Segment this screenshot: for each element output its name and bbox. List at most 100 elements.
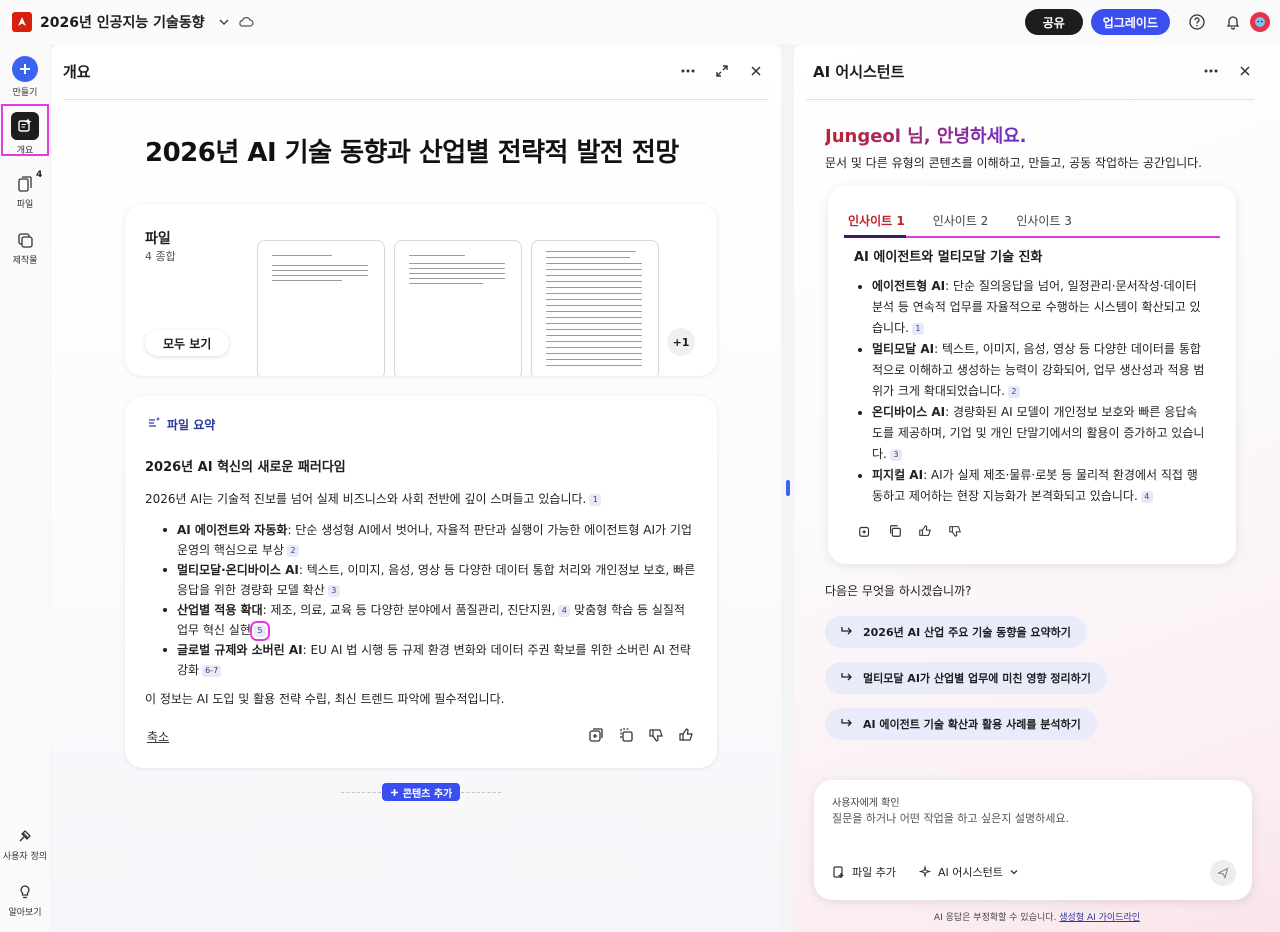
bell-icon[interactable] [1224,13,1242,31]
rail-overview[interactable]: 개요 [0,112,50,156]
list-item: 온디바이스 AI: 경량화된 AI 모델이 개인정보 보호와 빠른 응답속도를 … [858,402,1208,465]
summary-icon [147,416,161,433]
lightbulb-icon [15,882,35,902]
panel-resize-handle[interactable] [786,480,790,496]
chevron-down-icon[interactable] [215,13,233,31]
suggestion-button[interactable]: 2026년 AI 산업 주요 기술 동향을 요약하기 [825,616,1087,648]
insight-card: 인사이트 1 인사이트 2 인사이트 3 AI 에이전트와 멀티모달 기술 진화… [828,186,1236,564]
rail-creations-label: 제작물 [12,256,38,266]
list-item: 피지컬 AI: AI가 실제 제조·물류·로봇 등 물리적 환경에서 직접 행동… [858,465,1208,507]
acrobat-logo-icon[interactable] [12,12,32,32]
active-tab-indicator [844,235,906,238]
more-files-button[interactable]: +1 [667,328,695,356]
avatar[interactable] [1250,12,1270,32]
file-thumbnail[interactable] [531,240,659,376]
files-card: 파일 4 종합 모두 보기 +1 [125,204,717,376]
left-rail: 만들기 개요 4 파일 제작물 사용자 정의 알아보기 [0,44,50,932]
citation-badge[interactable]: 1 [589,493,602,506]
file-thumbnail[interactable] [394,240,522,376]
help-icon[interactable] [1188,13,1206,31]
list-item: 멀티모달 AI: 텍스트, 이미지, 음성, 영상 등 다양한 데이터를 통합적… [858,339,1208,402]
add-to-notes-icon[interactable] [587,726,605,744]
file-summary-label: 파일 요약 [147,416,215,433]
creations-icon [15,230,35,250]
plus-icon [390,788,398,796]
rail-create[interactable]: 만들기 [0,56,50,98]
expand-icon[interactable] [713,62,731,80]
citation-badge[interactable]: 3 [889,448,902,461]
file-thumbnail[interactable] [257,240,385,376]
list-item: 산업별 적용 확대: 제조, 의료, 교육 등 다양한 분야에서 품질관리, 진… [163,600,699,641]
share-button[interactable]: 공유 [1024,9,1083,35]
brush-icon [15,826,35,846]
files-card-title: 파일 [145,231,171,247]
greeting: Jungeol 님, 안녕하세요. [825,122,1027,148]
assistant-mode-dropdown[interactable]: AI 어시스턴트 [918,864,1019,880]
assistant-panel: AI 어시스턴트 Jungeol 님, 안녕하세요. 문서 및 다른 유형의 콘… [794,44,1280,932]
arrow-return-icon [841,626,853,639]
citation-badge[interactable]: 6-7 [202,664,222,677]
composer-label: 사용자에게 확인 [832,798,900,809]
citation-badge[interactable]: 1 [911,322,924,335]
chat-input[interactable]: 질문을 하거나 어떤 작업을 하고 싶은지 설명하세요. [832,810,1069,826]
thumbs-up-icon[interactable] [916,522,934,540]
chat-composer: 사용자에게 확인 질문을 하거나 어떤 작업을 하고 싶은지 설명하세요. 파일… [814,780,1252,900]
rail-learn-label: 알아보기 [8,908,42,918]
suggestion-button[interactable]: 멀티모달 AI가 산업별 업무에 미친 영향 정리하기 [825,662,1107,694]
list-item: 에이전트형 AI: 단순 질의응답을 넘어, 일정관리·문서작성·데이터 분석 … [858,276,1208,339]
cloud-icon[interactable] [237,13,255,31]
citation-badge[interactable]: 2 [1007,385,1020,398]
citation-badge[interactable]: 4 [1140,490,1153,503]
sparkle-icon [918,865,932,878]
assistant-panel-header: AI 어시스턴트 [806,44,1254,100]
copy-icon[interactable] [886,522,904,540]
citation-badge-highlighted[interactable]: 5 [249,620,270,641]
overview-icon [11,112,39,140]
overview-panel-header: 개요 [63,44,769,100]
upgrade-button[interactable]: 업그레이드 [1090,9,1170,35]
add-content-button[interactable]: 콘텐츠 추가 [381,783,461,801]
summary-list: AI 에이전트와 자동화: 단순 생성형 AI에서 벗어나, 자율적 판단과 실… [163,520,699,680]
rail-creations[interactable]: 제작물 [0,230,50,266]
view-all-button[interactable]: 모두 보기 [145,330,230,356]
file-summary-label-text: 파일 요약 [167,418,216,432]
citation-badge[interactable]: 4 [558,604,571,617]
rail-create-label: 만들기 [12,88,38,98]
add-content-row: 콘텐츠 추가 [341,782,501,802]
plus-icon [12,56,38,82]
top-bar: 2026년 인공지능 기술동향 공유 업그레이드 [0,0,1280,44]
collapse-link[interactable]: 축소 [147,728,169,745]
tab-insight-2[interactable]: 인사이트 2 [929,212,993,238]
summary-intro: 2026년 AI는 기술적 진보를 넘어 실제 비즈니스와 사회 전반에 깊이 … [145,490,602,507]
page-title: 2026년 AI 기술 동향과 산업별 전략적 발전 전망 [145,138,679,168]
chevron-down-icon [1010,870,1018,875]
close-icon[interactable] [747,62,765,80]
citation-badge[interactable]: 2 [287,544,299,557]
add-file-button[interactable]: 파일 추가 [832,864,896,880]
send-button[interactable] [1210,860,1236,886]
rail-overview-label: 개요 [16,146,34,156]
rail-files[interactable]: 4 파일 [0,170,50,210]
rail-learn[interactable]: 알아보기 [0,882,50,918]
summary-heading: 2026년 AI 혁신의 새로운 패러다임 [145,460,346,475]
send-icon [1217,867,1229,879]
add-to-notes-icon[interactable] [856,522,874,540]
rail-customize[interactable]: 사용자 정의 [0,826,50,862]
close-icon[interactable] [1236,62,1254,80]
arrow-return-icon [841,672,853,685]
citation-badge[interactable]: 3 [327,584,340,597]
thumbs-down-icon[interactable] [946,522,964,540]
suggestion-button[interactable]: AI 에이전트 기술 확산과 활용 사례를 분석하기 [825,708,1097,740]
file-add-icon [833,866,844,878]
assistant-panel-title: AI 어시스턴트 [813,63,905,81]
more-options-icon[interactable] [1202,62,1220,80]
document-title[interactable]: 2026년 인공지능 기술동향 [40,12,205,32]
thumbs-up-icon[interactable] [677,726,695,744]
more-options-icon[interactable] [679,62,697,80]
files-card-count: 4 종합 [145,250,176,263]
copy-icon[interactable] [617,726,635,744]
thumbs-down-icon[interactable] [647,726,665,744]
ai-disclaimer: AI 응답은 부정확할 수 있습니다. 생성형 AI 가이드라인 [933,913,1141,923]
tab-insight-3[interactable]: 인사이트 3 [1012,212,1076,238]
ai-guidelines-link[interactable]: 생성형 AI 가이드라인 [1059,913,1140,923]
